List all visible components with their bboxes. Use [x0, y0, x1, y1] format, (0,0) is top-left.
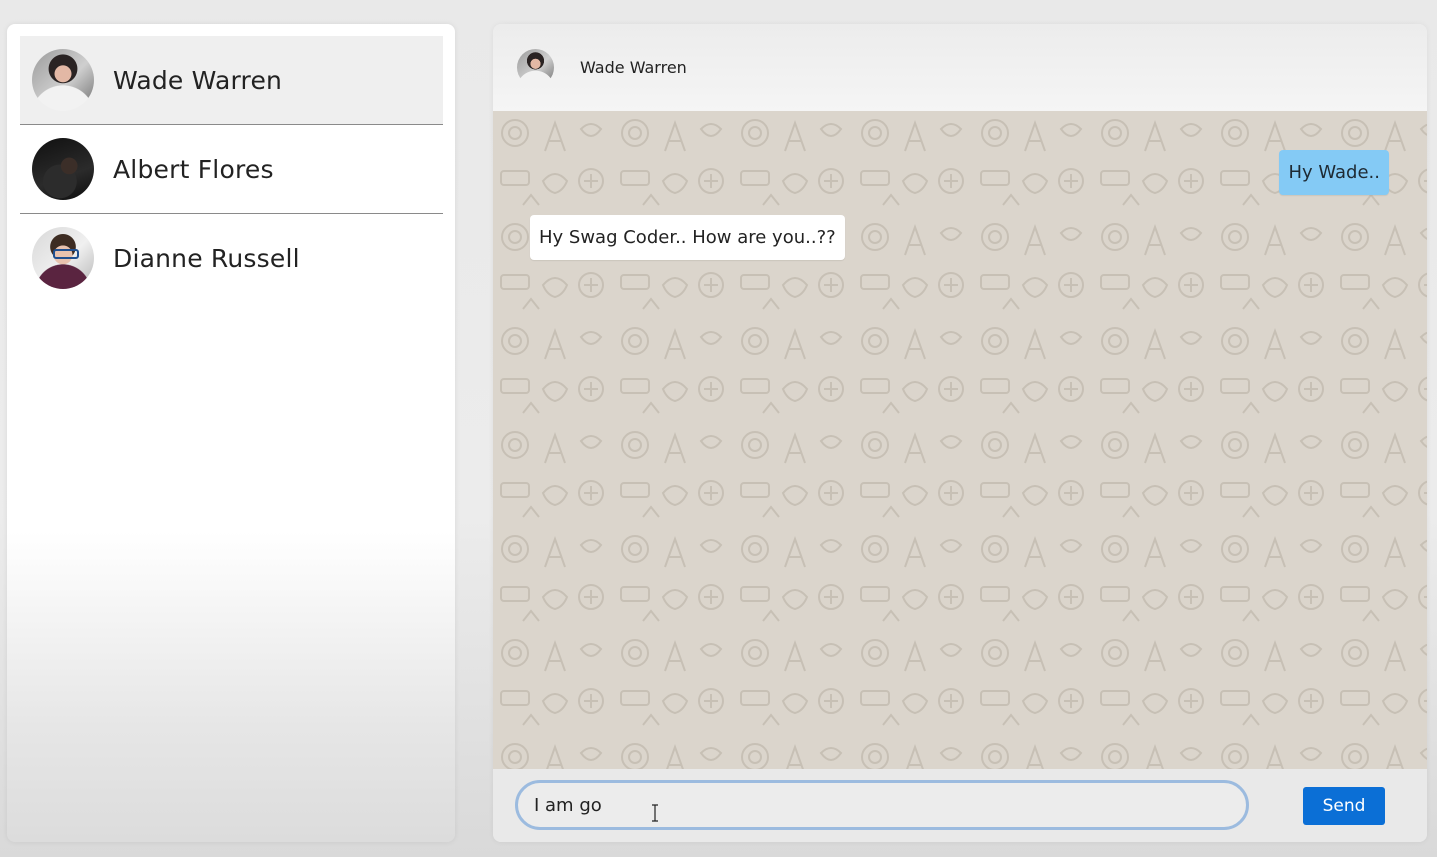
message-area[interactable]: Hy Wade.. Hy Swag Coder.. How are you..?… [493, 111, 1427, 769]
message-composer: Send [493, 769, 1427, 842]
chat-header: Wade Warren [493, 24, 1427, 111]
avatar [32, 138, 94, 200]
contact-item-wade-warren[interactable]: Wade Warren [20, 36, 443, 125]
chat-panel: Wade Warren Hy Wade.. Hy Swag Coder.. Ho… [493, 24, 1427, 842]
contacts-panel: Wade Warren Albert Flores Dianne Russell [7, 24, 455, 842]
message-input[interactable] [515, 780, 1249, 830]
message-bubble-outgoing: Hy Wade.. [1279, 150, 1389, 195]
text-cursor-icon [652, 804, 658, 822]
contact-name: Albert Flores [113, 154, 274, 184]
send-button[interactable]: Send [1303, 787, 1385, 825]
message-bubble-incoming: Hy Swag Coder.. How are you..?? [530, 215, 845, 260]
chat-contact-name: Wade Warren [580, 58, 687, 77]
contact-item-dianne-russell[interactable]: Dianne Russell [20, 214, 443, 302]
contact-item-albert-flores[interactable]: Albert Flores [20, 125, 443, 214]
avatar [32, 49, 94, 111]
contact-name: Wade Warren [113, 65, 283, 95]
glasses-detail [53, 249, 79, 259]
contact-name: Dianne Russell [113, 243, 300, 273]
contact-list: Wade Warren Albert Flores Dianne Russell [20, 36, 443, 302]
doodle-background [493, 111, 1427, 769]
avatar [517, 49, 554, 86]
avatar [32, 227, 94, 289]
